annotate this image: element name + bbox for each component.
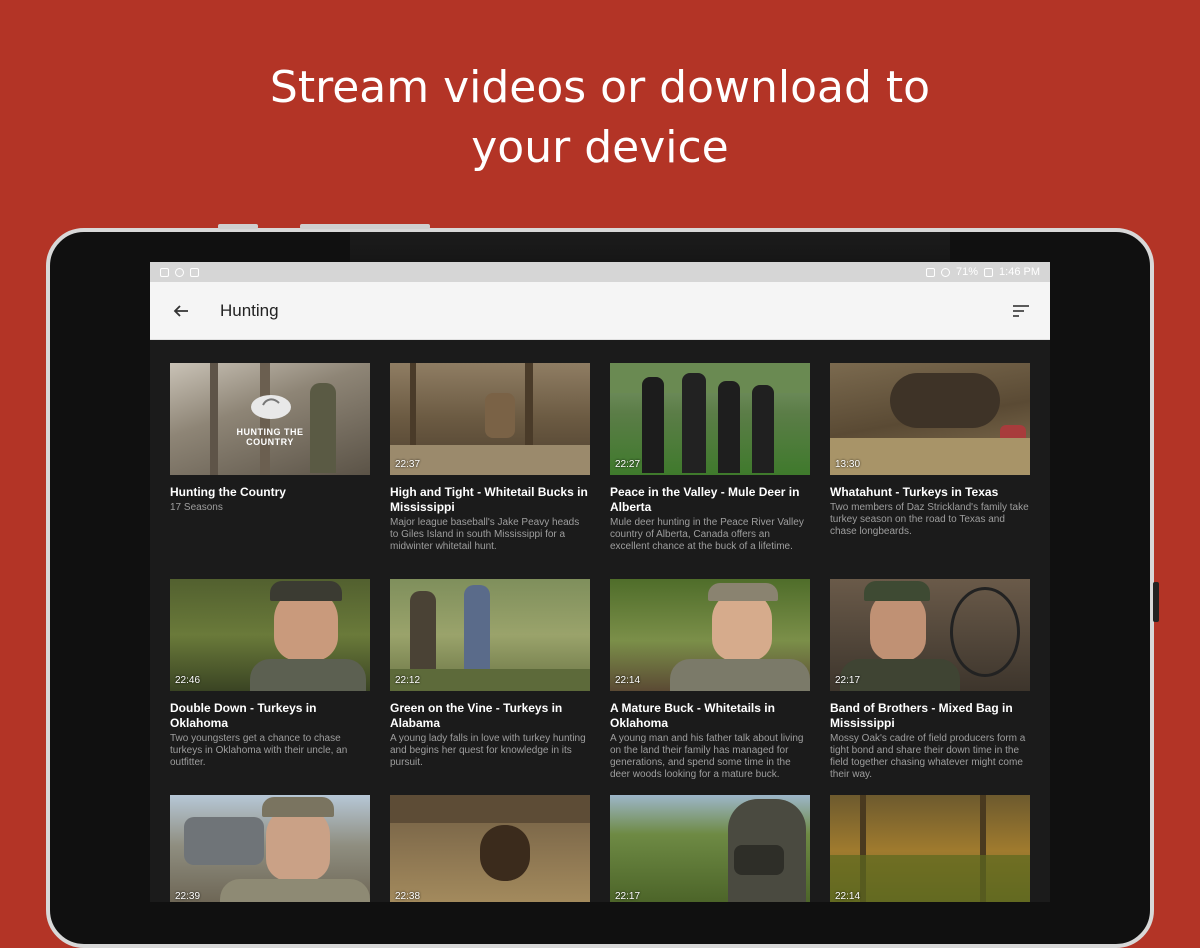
video-card[interactable]: 22:14 bbox=[830, 795, 1030, 902]
gallery-icon bbox=[160, 267, 169, 277]
video-grid: HUNTING THE COUNTRY Hunting the Country … bbox=[150, 340, 1050, 902]
edit-icon bbox=[190, 267, 199, 277]
arrow-back-icon bbox=[173, 304, 188, 317]
video-card[interactable]: 22:12 Green on the Vine - Turkeys in Ala… bbox=[390, 579, 590, 795]
headline-line-1: Stream videos or download to bbox=[269, 62, 931, 113]
video-duration: 22:38 bbox=[395, 891, 421, 902]
video-title: Double Down - Turkeys in Oklahoma bbox=[170, 701, 317, 730]
battery-icon bbox=[984, 267, 994, 277]
video-thumbnail: 13:30 bbox=[830, 363, 1030, 475]
video-title: High and Tight - Whitetail Bucks in Miss… bbox=[390, 485, 588, 514]
power-button bbox=[300, 224, 430, 229]
video-description: Mule deer hunting in the Peace River Val… bbox=[610, 517, 804, 552]
video-thumbnail: 22:46 bbox=[170, 579, 370, 691]
side-button bbox=[1153, 582, 1159, 622]
sync-icon bbox=[175, 267, 184, 277]
video-thumbnail: 22:39 bbox=[170, 795, 370, 902]
video-title: Hunting the Country bbox=[170, 485, 286, 499]
video-card[interactable]: 22:14 A Mature Buck - Whitetails in Okla… bbox=[610, 579, 810, 795]
sort-button[interactable] bbox=[1010, 300, 1032, 322]
video-duration: 22:14 bbox=[615, 675, 641, 686]
video-card[interactable]: 13:30 Whatahunt - Turkeys in Texas Two m… bbox=[830, 363, 1030, 579]
promo-headline: Stream videos or download to your device bbox=[0, 58, 1200, 178]
status-time: 1:46 PM bbox=[999, 266, 1040, 278]
battery-level: 71% bbox=[956, 266, 979, 278]
status-bar: 71% 1:46 PM bbox=[150, 262, 1050, 282]
video-description: Mossy Oak's cadre of field producers for… bbox=[830, 733, 1026, 780]
video-duration: 22:27 bbox=[615, 459, 641, 470]
video-title: Whatahunt - Turkeys in Texas bbox=[830, 485, 999, 499]
video-duration: 13:30 bbox=[835, 459, 861, 470]
app-bar: Hunting bbox=[150, 282, 1050, 340]
video-card[interactable]: 22:37 High and Tight - Whitetail Bucks i… bbox=[390, 363, 590, 579]
video-description: 17 Seasons bbox=[170, 502, 223, 513]
app-screen: 71% 1:46 PM Hunting HUNTING THE COUNTRY … bbox=[150, 262, 1050, 902]
video-description: Two members of Daz Strickland's family t… bbox=[830, 502, 1029, 537]
video-duration: 22:46 bbox=[175, 675, 201, 686]
video-duration: 22:17 bbox=[835, 675, 861, 686]
video-duration: 22:37 bbox=[395, 459, 421, 470]
video-card[interactable]: 22:38 bbox=[390, 795, 590, 902]
video-description: Two youngsters get a chance to chase tur… bbox=[170, 733, 348, 768]
sort-icon bbox=[1013, 304, 1029, 317]
video-card[interactable]: 22:39 bbox=[170, 795, 370, 902]
back-button[interactable] bbox=[170, 300, 192, 322]
video-duration: 22:39 bbox=[175, 891, 201, 902]
video-description: Major league baseball's Jake Peavy heads… bbox=[390, 517, 580, 552]
video-card[interactable]: HUNTING THE COUNTRY Hunting the Country … bbox=[170, 363, 370, 579]
video-thumbnail: 22:14 bbox=[610, 579, 810, 691]
video-duration: 22:14 bbox=[835, 891, 861, 902]
video-card[interactable]: 22:27 Peace in the Valley - Mule Deer in… bbox=[610, 363, 810, 579]
video-title: Band of Brothers - Mixed Bag in Mississi… bbox=[830, 701, 1013, 730]
video-thumbnail: 22:12 bbox=[390, 579, 590, 691]
volume-button bbox=[218, 224, 258, 229]
video-description: A young man and his father talk about li… bbox=[610, 733, 804, 780]
video-title: Peace in the Valley - Mule Deer in Alber… bbox=[610, 485, 800, 514]
video-duration: 22:17 bbox=[615, 891, 641, 902]
video-card[interactable]: 22:17 bbox=[610, 795, 810, 902]
show-logo-text: HUNTING THE COUNTRY bbox=[236, 427, 304, 447]
video-thumbnail: 22:37 bbox=[390, 363, 590, 475]
video-title: A Mature Buck - Whitetails in Oklahoma bbox=[610, 701, 775, 730]
page-title: Hunting bbox=[220, 300, 279, 320]
video-thumbnail: 22:27 bbox=[610, 363, 810, 475]
mute-icon bbox=[926, 267, 935, 277]
video-duration: 22:12 bbox=[395, 675, 421, 686]
video-title: Green on the Vine - Turkeys in Alabama bbox=[390, 701, 563, 730]
headline-line-2: your device bbox=[471, 122, 729, 173]
video-thumbnail: 22:38 bbox=[390, 795, 590, 902]
deer-logo-icon bbox=[251, 395, 291, 419]
wifi-icon bbox=[941, 267, 950, 277]
video-thumbnail: 22:17 bbox=[610, 795, 810, 902]
video-thumbnail: 22:17 bbox=[830, 579, 1030, 691]
video-thumbnail: 22:14 bbox=[830, 795, 1030, 902]
video-card[interactable]: 22:46 Double Down - Turkeys in Oklahoma … bbox=[170, 579, 370, 795]
video-description: A young lady falls in love with turkey h… bbox=[390, 733, 586, 768]
video-card[interactable]: 22:17 Band of Brothers - Mixed Bag in Mi… bbox=[830, 579, 1030, 795]
video-thumbnail: HUNTING THE COUNTRY bbox=[170, 363, 370, 475]
